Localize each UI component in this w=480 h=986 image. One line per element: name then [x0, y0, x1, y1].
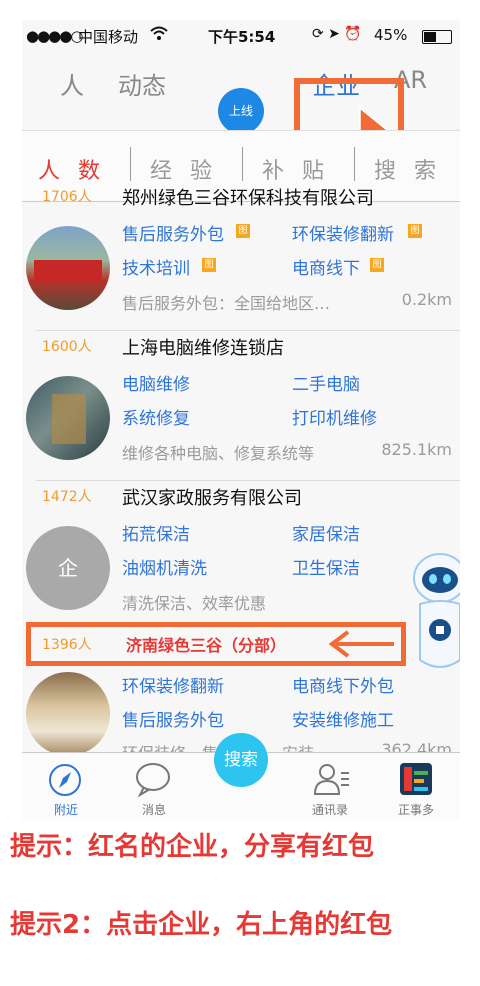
image-badge-icon: 图 — [370, 258, 384, 272]
compass-icon — [49, 764, 81, 796]
image-badge-icon: 图 — [408, 224, 422, 238]
divider — [36, 330, 460, 331]
service-tag[interactable]: 电脑维修 — [122, 370, 190, 395]
top-navigation: 人 动态 上线 企业 AR — [22, 50, 460, 150]
contacts-icon — [313, 764, 349, 795]
company-name[interactable]: 武汉家政服务有限公司 — [122, 484, 302, 510]
tab-label: 附近 — [53, 803, 78, 817]
service-tag[interactable]: 打印机维修 — [292, 404, 377, 429]
tab-label: 消息 — [141, 803, 166, 817]
chat-bubble-icon — [136, 763, 170, 797]
tab-label: 通讯录 — [311, 803, 348, 817]
member-count: 1472人 — [42, 489, 92, 505]
tab-search[interactable]: 搜索 — [197, 733, 285, 820]
battery-level — [424, 32, 436, 42]
company-avatar: 企 — [26, 526, 110, 610]
search-button[interactable]: 搜索 — [214, 733, 268, 787]
bottom-tab-bar: 附近 消息 搜索 通讯录 正事多 — [22, 733, 460, 820]
member-count: 1396人 — [42, 637, 92, 653]
avatar-initial: 企 — [58, 556, 78, 580]
divider — [36, 480, 460, 481]
tab-contacts[interactable]: 通讯录 — [286, 753, 374, 820]
image-badge-icon: 图 — [236, 224, 250, 238]
clock: 下午5:54 — [208, 28, 276, 46]
wifi-icon — [150, 26, 168, 44]
member-count: 1600人 — [42, 339, 92, 355]
company-avatar — [26, 376, 110, 460]
carrier-name: 中国移动 — [78, 28, 139, 46]
list-item[interactable]: 1706人 郑州绿色三谷环保科技有限公司 售后服务外包 图 环保装修翻新 图 技… — [22, 184, 460, 334]
service-tag[interactable]: 拓荒保洁 — [122, 520, 190, 545]
list-item[interactable]: 1472人 武汉家政服务有限公司 企 拓荒保洁 家居保洁 油烟机清洗 卫生保洁 … — [22, 484, 460, 634]
tab-label: 正事多 — [397, 803, 434, 817]
divider — [130, 147, 131, 181]
service-tag[interactable]: 安装维修施工 — [292, 706, 394, 731]
status-icons: ⟳ ➤ ⏰ — [312, 26, 362, 42]
signal-strength: ●●●●○ — [26, 27, 83, 45]
subtab-experience[interactable]: 经验 — [150, 153, 230, 185]
service-tag[interactable]: 售后服务外包 — [122, 220, 224, 245]
list-item[interactable]: 1600人 上海电脑维修连锁店 电脑维修 二手电脑 系统修复 打印机维修 维修各… — [22, 334, 460, 484]
image-badge-icon: 图 — [202, 258, 216, 272]
subtab-count[interactable]: 人数 — [38, 153, 118, 185]
hint-text-click-enterprise: 提示2：点击企业，右上角的红包 — [10, 910, 393, 940]
distance: 0.2km — [401, 290, 452, 309]
company-name[interactable]: 郑州绿色三谷环保科技有限公司 — [122, 184, 374, 210]
service-tag[interactable]: 油烟机清洗 — [122, 554, 207, 579]
company-avatar — [26, 226, 110, 310]
distance: 825.1km — [381, 440, 452, 459]
service-tag[interactable]: 环保装修翻新 — [122, 672, 224, 697]
company-description: 维修各种电脑、修复系统等 — [122, 444, 315, 463]
subtab-subsidy[interactable]: 补贴 — [262, 153, 342, 185]
service-tag[interactable]: 技术培训 — [122, 254, 190, 279]
company-name[interactable]: 上海电脑维修连锁店 — [122, 334, 284, 360]
service-tag[interactable]: 卫生保洁 — [292, 554, 360, 579]
arrow-pointer-icon — [328, 630, 394, 658]
tab-nearby[interactable]: 附近 — [22, 753, 110, 820]
member-count: 1706人 — [42, 189, 92, 205]
app-logo-icon — [400, 763, 432, 795]
tab-feed[interactable]: 动态 — [118, 66, 166, 101]
service-tag[interactable]: 电商线下外包 — [292, 672, 394, 697]
tab-zhengshiduo[interactable]: 正事多 — [372, 753, 460, 820]
phone-screen: ●●●●○ 中国移动 下午5:54 ⟳ ➤ ⏰ 45% 人 动态 上线 企业 A… — [22, 20, 460, 820]
online-button[interactable]: 上线 — [218, 88, 264, 134]
robot-mascot-icon[interactable] — [410, 550, 460, 674]
company-description: 售后服务外包：全国给地区… — [122, 294, 331, 313]
battery-icon — [422, 30, 452, 44]
service-tag[interactable]: 电商线下 — [292, 254, 360, 279]
service-tag[interactable]: 家居保洁 — [292, 520, 360, 545]
divider — [354, 147, 355, 181]
company-name[interactable]: 济南绿色三谷（分部） — [126, 632, 286, 656]
company-avatar — [26, 672, 110, 754]
company-description: 清洗保洁、效率优惠 — [122, 594, 267, 613]
service-tag[interactable]: 系统修复 — [122, 404, 190, 429]
divider — [242, 147, 243, 181]
tab-messages[interactable]: 消息 — [110, 753, 198, 820]
service-tag[interactable]: 二手电脑 — [292, 370, 360, 395]
tab-people[interactable]: 人 — [60, 66, 84, 101]
service-tag[interactable]: 环保装修翻新 — [292, 220, 394, 245]
hint-text-red-name: 提示：红名的企业，分享有红包 — [10, 832, 375, 862]
battery-text: 45% — [374, 26, 408, 44]
service-tag[interactable]: 售后服务外包 — [122, 706, 224, 731]
subtab-search[interactable]: 搜索 — [374, 153, 454, 185]
status-bar: ●●●●○ 中国移动 下午5:54 ⟳ ➤ ⏰ 45% — [22, 20, 460, 50]
